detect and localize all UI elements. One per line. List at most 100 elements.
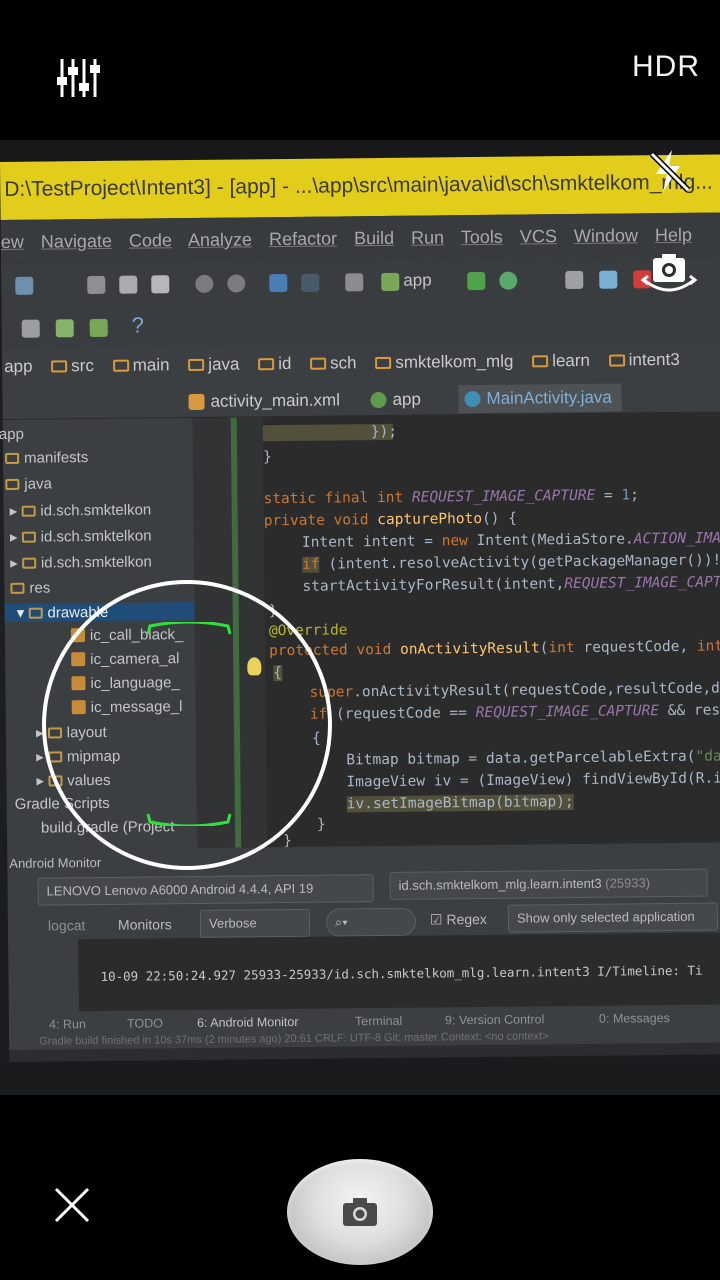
shutter-button[interactable] [287, 1159, 433, 1265]
menu-item: VCS [519, 226, 557, 247]
cut-icon [87, 275, 106, 295]
menu-item: Build [353, 227, 395, 249]
log-search-input: ⌕▾ [325, 907, 417, 937]
undo-icon [15, 276, 34, 295]
breadcrumb-item: learn [532, 351, 590, 371]
code-line: }); [262, 424, 397, 442]
menu-item: Code [128, 230, 173, 251]
xml-file-icon [188, 393, 205, 411]
tree-item: ▸ id.sch.smktelkon [9, 501, 152, 520]
code-line: protected void onActivityResult(int requ… [269, 638, 720, 660]
monitor-title: Android Monitor [9, 854, 102, 871]
folder-icon [608, 354, 625, 367]
camera-icon [343, 1198, 377, 1226]
copy-icon [119, 275, 138, 294]
menu-item: ew [0, 231, 24, 252]
logcat-tab: logcat [47, 917, 86, 934]
forward-arrow-icon [301, 273, 320, 292]
folder-icon [112, 359, 129, 372]
bottom-tab: Terminal [354, 1013, 403, 1029]
tab-activity-main-xml: activity_main.xml [182, 386, 350, 416]
run-config-select: app [403, 270, 432, 290]
breadcrumb-item: smktelkom_mlg [375, 352, 514, 372]
camera-viewfinder[interactable]: D:\TestProject\Intent3] - [app] - ...\ap… [0, 140, 720, 1095]
flash-off-icon[interactable] [646, 148, 692, 194]
code-line: startActivityForResult(intent,REQUEST_IM… [302, 574, 720, 595]
bottom-tab: 9: Version Control [444, 1012, 545, 1028]
folder-icon [28, 607, 43, 619]
folder-icon [51, 360, 68, 373]
breadcrumb-item: sch [310, 353, 357, 373]
code-line: ImageView iv = (ImageView) findViewById(… [346, 770, 720, 791]
monitors-tab: Monitors [117, 916, 172, 933]
tree-item: res [10, 579, 50, 597]
android-icon [381, 272, 400, 292]
make-project-icon [345, 273, 364, 292]
ide-menu-bar: ew Navigate Code Analyze Refactor Build … [0, 212, 720, 264]
breadcrumb-item: src [51, 356, 94, 375]
camera-bottom-bar [0, 1095, 720, 1280]
code-line: if (intent.resolveActivity(getPackageMan… [302, 552, 720, 573]
breadcrumb-item: java [188, 355, 240, 375]
code-line: private void capturePhoto() { [263, 510, 518, 530]
switch-camera-icon[interactable] [640, 250, 698, 298]
menu-item: Navigate [40, 230, 113, 252]
process-select: id.sch.smktelkom_mlg.learn.intent3 (2593… [389, 868, 708, 900]
folder-icon [10, 582, 25, 594]
code-line: Bitmap bitmap = data.getParcelableExtra(… [346, 748, 720, 769]
log-level-select: Verbose [199, 908, 311, 938]
logcat-output: 10-09 22:50:24.927 25933-25933/id.sch.sm… [78, 932, 720, 1012]
breadcrumb-item: app [4, 356, 33, 376]
close-icon[interactable] [52, 1185, 92, 1225]
tree-item: app [0, 425, 24, 444]
android-monitor-panel: Android Monitor LENOVO Lenovo A6000 Andr… [7, 842, 720, 1050]
sync-icon [599, 270, 618, 289]
tree-item: manifests [5, 449, 88, 467]
focus-bracket-top [146, 622, 232, 635]
tab-app-gradle: app [364, 386, 431, 415]
folder-icon [258, 358, 275, 371]
device-select: LENOVO Lenovo A6000 Android 4.4.4, API 1… [37, 874, 374, 906]
menu-item: Run [411, 227, 445, 248]
ide-bottom-tool-bar: 4: Run TODO 6: Android Monitor Terminal … [8, 1008, 720, 1050]
code-line: } [316, 816, 326, 833]
debug-icon [499, 271, 518, 290]
breadcrumb-item: intent3 [608, 350, 680, 370]
tree-item: ▸ id.sch.smktelkon [9, 527, 152, 546]
bottom-tab: 0: Messages [598, 1011, 670, 1026]
package-icon [21, 505, 36, 517]
package-icon [21, 557, 36, 569]
folder-icon [188, 358, 205, 372]
ide-title-bar: D:\TestProject\Intent3] - [app] - ...\ap… [0, 154, 720, 220]
folder-icon [5, 478, 20, 490]
ide-toolbar: app [1, 256, 720, 308]
menu-item: Tools [460, 226, 503, 248]
settings-sliders-icon[interactable] [55, 55, 101, 101]
filter-select: Show only selected application [507, 902, 719, 933]
code-line: Intent intent = new Intent(MediaStore.AC… [301, 530, 720, 551]
code-line: super.onActivityResult(requestCode,resul… [309, 680, 720, 701]
code-line: } [263, 449, 272, 466]
bottom-tab: TODO [126, 1016, 163, 1031]
regex-checkbox: ☑ Regex [429, 910, 487, 928]
folder-icon [5, 452, 20, 464]
camera-top-bar: HDR [0, 0, 720, 140]
android-device-icon [89, 318, 108, 338]
hdr-toggle[interactable]: HDR [632, 50, 700, 84]
folder-icon [532, 355, 549, 368]
replace-icon [227, 274, 246, 293]
bottom-tab: 4: Run [48, 1017, 86, 1032]
avd-manager-icon [55, 319, 74, 338]
menu-item: Help [654, 224, 693, 246]
focus-bracket-bottom [146, 813, 232, 826]
gradle-icon [370, 391, 387, 409]
find-icon [195, 274, 214, 293]
tree-item: java [5, 475, 52, 493]
code-line: iv.setImageBitmap(bitmap); [346, 794, 574, 813]
breadcrumb-item: main [112, 355, 170, 375]
paste-icon [151, 275, 170, 294]
code-line: if (requestCode == REQUEST_IMAGE_CAPTURE… [309, 702, 720, 723]
package-icon [21, 531, 36, 543]
bottom-tab: 6: Android Monitor [196, 1014, 299, 1030]
folder-icon [310, 357, 327, 370]
